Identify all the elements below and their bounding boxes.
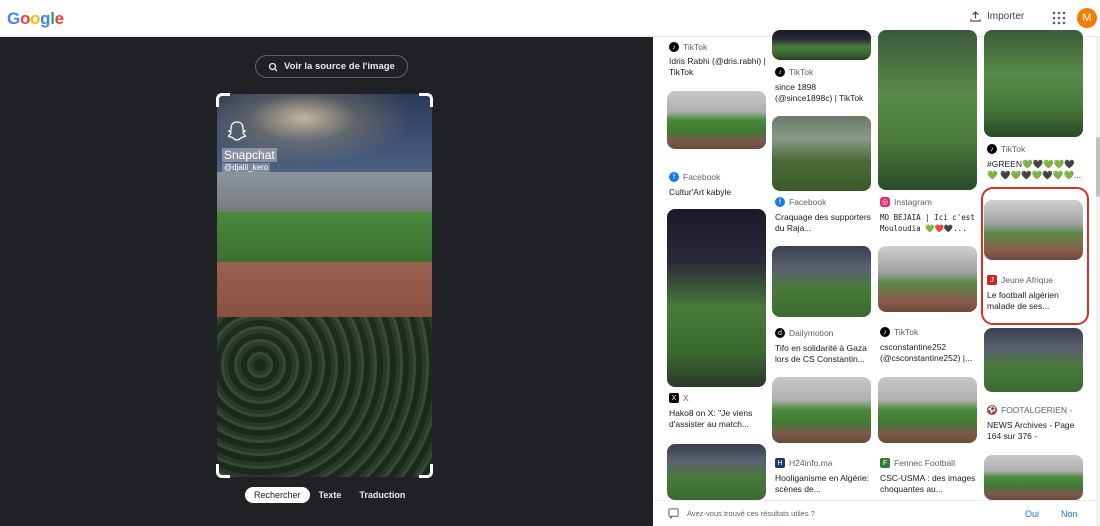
logo-letter: o xyxy=(19,9,31,28)
footalgerien-icon: ⚽ xyxy=(987,405,997,415)
import-button[interactable]: Importer xyxy=(970,11,1024,22)
result-title[interactable]: Cultur'Art kabyle xyxy=(669,187,767,198)
feedback-bar: Avez-vous trouvé ces résultats utiles ? … xyxy=(653,500,1096,526)
avatar[interactable]: M xyxy=(1077,8,1097,28)
result-source: F Fennec Football xyxy=(880,458,955,468)
feedback-question: Avez-vous trouvé ces résultats utiles ? xyxy=(687,509,815,518)
result-title[interactable]: #GREEN💚🖤💚💚🖤💚 🖤💚🖤💚🖤💚💚... xyxy=(987,159,1085,181)
image-viewer: Voir la source de l'image Snapchat @djal… xyxy=(0,37,653,526)
result-thumbnail[interactable] xyxy=(667,91,766,149)
result-source: ⚽ FOOTALGERIEN - xyxy=(987,405,1073,415)
import-label: Importer xyxy=(987,11,1025,22)
mode-search[interactable]: Rechercher xyxy=(245,486,310,503)
result-thumbnail[interactable] xyxy=(667,209,766,387)
feedback-no-button[interactable]: Non xyxy=(1061,509,1078,519)
result-source: ♪ TikTok xyxy=(987,144,1025,154)
crop-handle-top-right[interactable] xyxy=(419,93,433,107)
result-thumbnail[interactable] xyxy=(878,30,977,190)
result-title[interactable]: CSC-USMA : des images choquantes au... xyxy=(880,473,978,495)
snapchat-icon xyxy=(226,120,248,147)
result-source: ♪ TikTok xyxy=(669,42,707,52)
stadium-stand xyxy=(217,172,432,212)
result-title[interactable]: csconstantine252 (@csconstantine252) |..… xyxy=(880,342,978,364)
h24info-icon: H xyxy=(775,458,785,468)
result-thumbnail[interactable] xyxy=(984,328,1083,392)
snap-user: @djalil_kero xyxy=(222,163,271,172)
result-title[interactable]: MO BEJAIA | Ici c'est Mouloudia 💚❤️🖤... xyxy=(880,212,978,234)
result-title[interactable]: NEWS Archives - Page 164 sur 376 - xyxy=(987,420,1085,442)
facebook-icon: f xyxy=(669,172,679,182)
result-source: H H24info.ma xyxy=(775,458,832,468)
crop-handle-top-left[interactable] xyxy=(216,93,230,107)
result-thumbnail[interactable] xyxy=(772,30,871,60)
logo-letter: g xyxy=(40,9,51,28)
result-source: X X xyxy=(669,393,689,403)
mode-selector: Rechercher Texte Traduction xyxy=(245,485,414,504)
instagram-icon: ◎ xyxy=(880,197,890,207)
result-title[interactable]: since 1898 (@since1898c) | TikTok xyxy=(775,82,873,104)
feedback-icon xyxy=(668,508,679,519)
apps-grid-icon[interactable] xyxy=(1052,11,1066,25)
tiktok-icon: ♪ xyxy=(669,42,679,52)
snap-label: Snapchat xyxy=(222,148,277,162)
results-scrollbar[interactable] xyxy=(1096,37,1100,526)
result-title[interactable]: Idris Rabhi (@dris.rabhi) | TikTok xyxy=(669,56,767,78)
result-source: f Facebook xyxy=(775,197,826,207)
logo-letter: o xyxy=(30,9,41,28)
dailymotion-icon: d xyxy=(775,328,785,338)
google-logo[interactable]: Google xyxy=(7,9,64,29)
result-source: ♪ TikTok xyxy=(880,327,918,337)
result-thumbnail[interactable] xyxy=(878,377,977,443)
mode-text[interactable]: Texte xyxy=(310,487,351,503)
result-thumbnail[interactable] xyxy=(984,30,1083,137)
result-title[interactable]: Tifo en solidarité à Gaza lors de CS Con… xyxy=(775,343,873,365)
highlight-frame xyxy=(981,187,1089,325)
query-image[interactable]: Snapchat @djalil_kero xyxy=(217,94,432,477)
crop-handle-bottom-left[interactable] xyxy=(216,464,230,478)
stadium-lights xyxy=(217,94,432,174)
scrollbar-thumb[interactable] xyxy=(1096,137,1100,197)
running-track xyxy=(217,262,432,317)
result-source: f Facebook xyxy=(669,172,720,182)
crop-handle-bottom-right[interactable] xyxy=(419,464,433,478)
fennec-icon: F xyxy=(880,458,890,468)
x-icon: X xyxy=(669,393,679,403)
result-title[interactable]: Craquage des supporters du Raja... xyxy=(775,212,873,234)
result-thumbnail[interactable] xyxy=(772,116,871,191)
result-source: ◎ Instagram xyxy=(880,197,932,207)
result-source: ♪ TikTok xyxy=(775,67,813,77)
tiktok-icon: ♪ xyxy=(880,327,890,337)
view-source-button[interactable]: Voir la source de l'image xyxy=(255,55,408,78)
logo-letter: G xyxy=(7,9,20,28)
view-source-label: Voir la source de l'image xyxy=(284,61,395,72)
facebook-icon: f xyxy=(775,197,785,207)
result-thumbnail[interactable] xyxy=(984,455,1083,500)
result-thumbnail[interactable] xyxy=(667,444,766,500)
pitch-area xyxy=(217,212,432,262)
upload-icon xyxy=(970,11,981,22)
feedback-yes-button[interactable]: Oui xyxy=(1025,509,1039,519)
result-thumbnail[interactable] xyxy=(772,377,871,443)
crowd-area xyxy=(217,317,432,477)
result-title[interactable]: Hooliganisme en Algérie: scènes de... xyxy=(775,473,873,495)
result-title[interactable]: Hako8 on X: "Je viens d'assister au matc… xyxy=(669,408,767,430)
result-thumbnail[interactable] xyxy=(878,246,977,312)
lens-icon xyxy=(268,62,278,71)
tiktok-icon: ♪ xyxy=(775,67,785,77)
result-thumbnail[interactable] xyxy=(772,246,871,317)
logo-letter: e xyxy=(54,9,64,28)
tiktok-icon: ♪ xyxy=(987,144,997,154)
mode-translate[interactable]: Traduction xyxy=(350,487,414,503)
result-source: d Dailymotion xyxy=(775,328,833,338)
